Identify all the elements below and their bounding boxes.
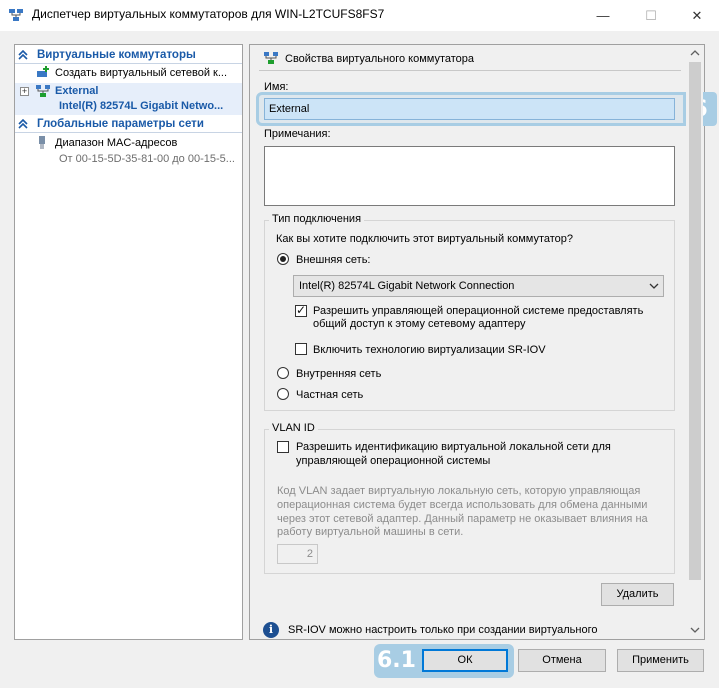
scrollbar-thumb[interactable] xyxy=(689,62,701,580)
section-label: Глобальные параметры сети xyxy=(37,118,204,130)
network-adapter-select[interactable]: Intel(R) 82574L Gigabit Network Connecti… xyxy=(293,275,664,297)
section-divider xyxy=(15,132,242,133)
collapse-chevron-icon[interactable] xyxy=(18,119,28,129)
switch-name-input[interactable]: External xyxy=(264,98,675,120)
vlan-enable-line1: Разрешить идентификацию виртуальной лока… xyxy=(296,441,611,453)
allow-management-os-line2: общий доступ к этому сетевому адаптеру xyxy=(313,318,526,330)
scroll-down-icon[interactable] xyxy=(690,627,700,633)
section-label: Виртуальные коммутаторы xyxy=(37,49,196,61)
section-global-settings[interactable]: Глобальные параметры сети xyxy=(15,117,242,133)
allow-management-os-line1: Разрешить управляющей операционной систе… xyxy=(313,305,644,317)
scroll-up-icon[interactable] xyxy=(690,50,700,56)
chevron-down-icon xyxy=(649,283,659,289)
remove-button[interactable]: Удалить xyxy=(601,583,674,606)
sriov-label: Включить технологию виртуализации SR-IOV xyxy=(313,344,546,356)
sriov-info-text: SR-IOV можно настроить только при создан… xyxy=(288,624,598,636)
mac-address-icon xyxy=(39,136,45,149)
switch-adapter: Intel(R) 82574L Gigabit Netwo... xyxy=(59,100,224,112)
title-bar: Диспетчер виртуальных коммутаторов для W… xyxy=(0,0,719,31)
cancel-button[interactable]: Отмена xyxy=(518,649,606,672)
notes-textarea[interactable] xyxy=(264,146,675,206)
internal-network-label: Внутренняя сеть xyxy=(296,368,382,380)
section-virtual-switches[interactable]: Виртуальные коммутаторы xyxy=(15,48,242,64)
ok-button[interactable]: ОК xyxy=(422,649,508,672)
add-switch-icon xyxy=(37,66,49,77)
allow-management-os-checkbox[interactable] xyxy=(295,303,307,317)
maximize-button: ☐ xyxy=(645,7,657,23)
network-switch-icon xyxy=(264,52,278,64)
mac-range-value: От 00-15-5D-35-81-00 до 00-15-5... xyxy=(59,153,235,165)
vlan-description-line4: работу виртуальной машины в сети. xyxy=(277,526,464,538)
network-switch-icon xyxy=(36,85,50,97)
connection-question: Как вы хотите подключить этот виртуальны… xyxy=(276,233,574,245)
adapter-selected-value: Intel(R) 82574L Gigabit Network Connecti… xyxy=(299,280,515,292)
vlan-description-line1: Код VLAN задает виртуальную локальную се… xyxy=(277,485,641,497)
minimize-button[interactable]: — xyxy=(580,0,626,31)
vlan-enable-line2: управляющей операционной системы xyxy=(296,455,491,467)
vlan-enable-checkbox[interactable] xyxy=(277,441,289,453)
info-icon: i xyxy=(263,622,279,638)
vlan-description-line3: через этот сетевой адаптер. Данный парам… xyxy=(277,513,648,525)
apply-button[interactable]: Применить xyxy=(617,649,704,672)
hyperv-switch-icon xyxy=(9,9,23,21)
switch-tree[interactable]: Виртуальные коммутаторы Создать виртуаль… xyxy=(14,44,243,640)
vlan-id-input: 2 xyxy=(277,544,318,564)
create-switch-label: Создать виртуальный сетевой к... xyxy=(55,67,228,79)
switch-name: External xyxy=(55,85,99,97)
header-divider xyxy=(259,70,681,71)
properties-header: Свойства виртуального коммутатора xyxy=(285,53,475,65)
window-title: Диспетчер виртуальных коммутаторов для W… xyxy=(32,7,385,21)
internal-network-radio[interactable] xyxy=(277,367,289,379)
sriov-checkbox[interactable] xyxy=(295,343,307,355)
notes-label: Примечания: xyxy=(264,128,331,140)
section-divider xyxy=(15,63,242,64)
vlan-description-line2: операционная система будет всегда исполь… xyxy=(277,499,648,511)
step-badge: 6.1 xyxy=(377,648,416,673)
close-button[interactable]: ✕ xyxy=(674,0,719,31)
private-network-label: Частная сеть xyxy=(296,389,364,401)
private-network-radio[interactable] xyxy=(277,388,289,400)
tree-item-external-switch[interactable]: + External Intel(R) 82574L Gigabit Netwo… xyxy=(15,83,242,115)
external-network-label: Внешняя сеть: xyxy=(296,254,371,266)
tree-item-mac-range[interactable]: Диапазон MAC-адресов От 00-15-5D-35-81-0… xyxy=(15,135,242,167)
external-network-radio[interactable] xyxy=(277,253,289,265)
collapse-chevron-icon[interactable] xyxy=(18,50,28,60)
tree-item-create-switch[interactable]: Создать виртуальный сетевой к... xyxy=(15,65,242,81)
connection-group-title: Тип подключения xyxy=(269,213,365,225)
expand-icon[interactable]: + xyxy=(20,87,29,96)
mac-range-label: Диапазон MAC-адресов xyxy=(55,137,178,149)
vlan-group-title: VLAN ID xyxy=(269,422,318,434)
